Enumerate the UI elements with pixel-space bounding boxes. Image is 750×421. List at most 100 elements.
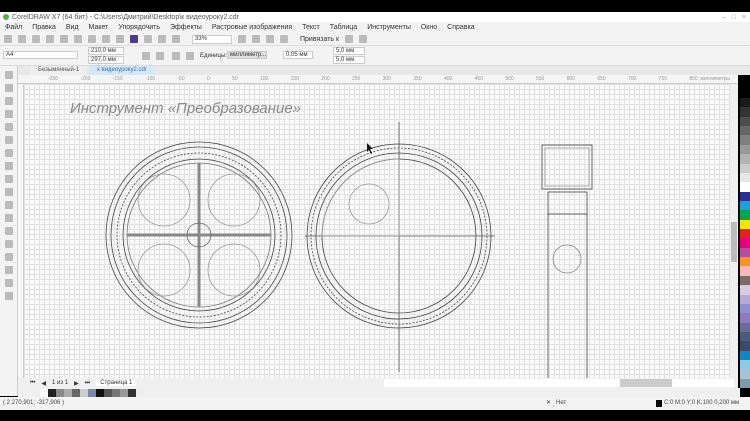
units-select[interactable]: миллиметр... [227,51,267,59]
landscape-icon[interactable] [156,52,164,60]
prev-page-button[interactable]: ◀ [41,380,46,387]
palette-swatch[interactable] [740,303,750,314]
document-palette-swatch[interactable] [96,388,104,397]
palette-swatch[interactable] [740,322,750,332]
palette-swatch[interactable] [740,378,750,389]
menu-arrange[interactable]: Упорядочить [118,24,160,31]
fullscreen-icon[interactable] [238,35,246,43]
page-tab[interactable]: Страница 1 [96,380,137,386]
page-size-select[interactable]: A4 [3,51,78,59]
document-palette-swatch[interactable] [80,388,88,397]
palette-swatch[interactable] [740,369,750,379]
palette-swatch[interactable] [740,229,750,239]
smart-fill-2-icon[interactable] [4,279,13,287]
transparency-icon[interactable] [4,240,13,248]
menu-layout[interactable]: Макет [89,24,109,31]
horizontal-scrollbar[interactable] [384,379,734,387]
pick-tool-icon[interactable] [4,71,13,79]
guidelines-icon[interactable] [280,35,288,43]
document-palette-swatch[interactable] [120,388,128,397]
minimize-button[interactable]: – [722,14,726,21]
menu-help[interactable]: Справка [447,24,474,31]
rectangle-tool-icon[interactable] [4,149,13,157]
document-palette-swatch[interactable] [136,388,144,397]
palette-swatch[interactable] [740,172,750,183]
document-palette-swatch[interactable] [40,388,48,397]
ornament-column[interactable] [541,144,593,378]
document-palette-swatch[interactable] [128,388,136,397]
options-icon[interactable] [345,35,354,43]
smart-fill-icon[interactable] [4,136,13,144]
next-page-button[interactable]: ▶ [74,380,79,387]
snap-to-dropdown[interactable]: Привязать к [300,36,339,43]
document-palette-swatch[interactable] [48,388,56,397]
ornament-circle-right[interactable] [305,122,495,372]
palette-swatch[interactable] [740,98,750,108]
palette-swatch[interactable] [740,331,750,342]
zoom-tool-icon[interactable] [4,110,13,118]
drawing-canvas[interactable]: Инструмент «Преобразование» [24,84,738,378]
palette-swatch[interactable] [740,116,750,127]
nudge-distance-input[interactable]: 0,05 мм [283,51,313,59]
launch-icon[interactable] [359,35,368,43]
grid-icon[interactable] [266,35,274,43]
menu-table[interactable]: Таблица [330,24,357,31]
ellipse-tool-icon[interactable] [4,162,13,170]
palette-swatch[interactable] [740,107,750,117]
open-icon[interactable] [18,35,26,43]
palette-swatch[interactable] [740,126,750,136]
palette-swatch[interactable] [740,135,750,145]
tab-active-document[interactable]: к видеоуроку2.cdr [89,66,155,75]
palette-swatch[interactable] [740,182,750,192]
close-button[interactable]: × [742,14,746,21]
palette-swatch[interactable] [740,154,750,164]
palette-swatch[interactable] [740,350,750,361]
cut-icon[interactable] [60,35,68,43]
palette-swatch[interactable] [740,266,750,276]
horizontal-ruler[interactable]: -250 -200 -150 -100 -50 0 50 100 150 200 250 300 350… [18,75,738,84]
current-page-icon[interactable] [186,52,194,60]
palette-swatch[interactable] [740,210,750,220]
vertical-scroll-thumb[interactable] [731,222,737,262]
eyedropper-icon[interactable] [4,253,13,261]
last-page-button[interactable]: ⏭ [85,380,90,387]
palette-swatch[interactable] [740,191,750,201]
connector-tool-icon[interactable] [4,214,13,222]
menu-text[interactable]: Текст [302,24,320,31]
palette-swatch[interactable] [740,294,750,304]
menu-window[interactable]: Окно [421,24,437,31]
zoom-level-select[interactable]: 33% [192,34,232,44]
document-palette-swatch[interactable] [64,388,72,397]
menu-tools[interactable]: Инструменты [367,24,411,31]
palette-swatch[interactable] [740,313,750,323]
crop-tool-icon[interactable] [4,97,13,105]
shape-tool-icon[interactable] [4,84,13,92]
import-icon[interactable] [130,35,138,43]
menu-effects[interactable]: Эффекты [170,24,202,31]
redo-icon[interactable] [116,35,124,43]
duplicate-x-input[interactable]: 5,0 мм [333,47,365,55]
app-launcher-icon[interactable] [172,35,180,43]
all-pages-icon[interactable] [172,52,180,60]
palette-swatch[interactable] [740,238,750,248]
rulers-icon[interactable] [252,35,260,43]
undo-icon[interactable] [102,35,110,43]
palette-swatch[interactable] [740,219,750,230]
page-height-input[interactable]: 297,0 мм [88,56,124,64]
menu-bitmaps[interactable]: Растровые изображения [212,24,292,31]
palette-swatch[interactable] [740,285,750,295]
menu-file[interactable]: Файл [5,24,22,31]
document-palette-swatch[interactable] [112,388,120,397]
export-icon[interactable] [144,35,152,43]
vertical-scrollbar[interactable] [730,84,738,378]
document-palette-swatch[interactable] [56,388,64,397]
palette-swatch[interactable] [740,247,750,258]
tab-untitled[interactable]: Безымянный-1 [30,66,88,75]
maximize-button[interactable]: □ [732,14,736,21]
page-width-input[interactable]: 210,0 мм [88,47,124,55]
copy-icon[interactable] [74,35,82,43]
palette-swatch[interactable] [740,360,750,370]
menu-view[interactable]: Вид [66,24,79,31]
document-palette-swatch[interactable] [72,388,80,397]
palette-swatch[interactable] [740,275,750,286]
